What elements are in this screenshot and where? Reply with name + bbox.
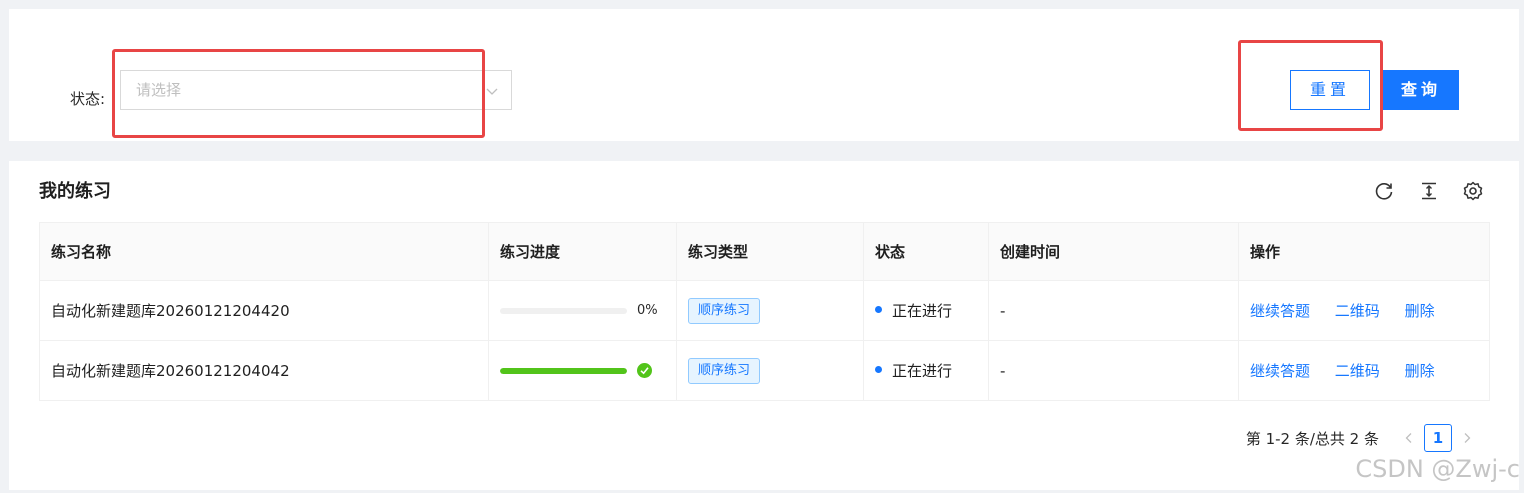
practice-type: 顺序练习	[676, 280, 864, 341]
column-header: 练习进度	[488, 222, 677, 281]
query-button[interactable]: 查询	[1383, 70, 1459, 110]
table-row: 自动化新建题库20260121204042 顺序练习 正在进行 - 继续答题 二…	[39, 340, 1490, 401]
status-filter-label: 状态:	[70, 90, 106, 108]
qrcode-link[interactable]: 二维码	[1335, 362, 1380, 380]
created-time: -	[988, 280, 1239, 341]
progress-fill	[500, 367, 627, 374]
chevron-left-icon[interactable]	[1397, 424, 1421, 452]
status-dot-icon	[875, 366, 882, 373]
pagination: 第 1-2 条/总共 2 条 1	[1246, 424, 1479, 452]
continue-answer-link[interactable]: 继续答题	[1250, 302, 1310, 320]
qrcode-link[interactable]: 二维码	[1335, 302, 1380, 320]
refresh-icon[interactable]	[1373, 180, 1395, 202]
status-text: 正在进行	[892, 302, 953, 320]
created-time: -	[988, 340, 1239, 401]
table-row: 自动化新建题库20260121204420 0% 顺序练习 正在进行 - 继续答…	[39, 280, 1490, 341]
progress-text: 0%	[637, 303, 658, 318]
watermark: CSDN @Zwj-c	[1355, 455, 1520, 483]
table-header-row: 练习名称 练习进度 练习类型 状态 创建时间 操作	[39, 222, 1490, 281]
annotation-box-reset	[1238, 40, 1383, 131]
practice-status: 正在进行	[863, 280, 989, 341]
status-dot-icon	[875, 306, 882, 313]
practice-status: 正在进行	[863, 340, 989, 401]
chevron-down-icon	[485, 84, 499, 98]
annotation-box-select	[112, 49, 485, 138]
status-text: 正在进行	[892, 362, 953, 380]
density-icon[interactable]	[1418, 180, 1440, 202]
type-tag: 顺序练习	[688, 357, 761, 384]
practice-type: 顺序练习	[676, 340, 864, 401]
progress-bar	[500, 367, 627, 374]
column-header: 操作	[1238, 222, 1490, 281]
delete-link[interactable]: 删除	[1405, 362, 1435, 380]
practice-progress: 0%	[488, 280, 677, 341]
type-tag: 顺序练习	[688, 297, 761, 324]
column-header: 练习名称	[39, 222, 489, 281]
card-title: 我的练习	[39, 181, 111, 202]
delete-link[interactable]: 删除	[1405, 302, 1435, 320]
row-actions: 继续答题 二维码 删除	[1238, 340, 1490, 401]
column-header: 创建时间	[988, 222, 1239, 281]
practice-name: 自动化新建题库20260121204042	[39, 340, 489, 401]
practice-table: 练习名称 练习进度 练习类型 状态 创建时间 操作 自动化新建题库2026012…	[39, 222, 1490, 401]
progress-bar	[500, 307, 627, 314]
pagination-total: 第 1-2 条/总共 2 条	[1245, 429, 1379, 448]
column-header: 状态	[863, 222, 989, 281]
continue-answer-link[interactable]: 继续答题	[1250, 362, 1310, 380]
practice-table-card: 我的练习 练习名称 练习进度 练习类型 状态 创建时间 操作 自动化新建题库20…	[9, 161, 1519, 490]
setting-icon[interactable]	[1462, 180, 1484, 202]
practice-name: 自动化新建题库20260121204420	[39, 280, 489, 341]
practice-progress	[488, 340, 677, 401]
check-circle-icon	[637, 363, 652, 378]
page-number-button[interactable]: 1	[1424, 424, 1452, 452]
search-panel: 状态: 请选择 重置 查询	[9, 9, 1519, 141]
chevron-right-icon[interactable]	[1455, 424, 1479, 452]
column-header: 练习类型	[676, 222, 864, 281]
row-actions: 继续答题 二维码 删除	[1238, 280, 1490, 341]
